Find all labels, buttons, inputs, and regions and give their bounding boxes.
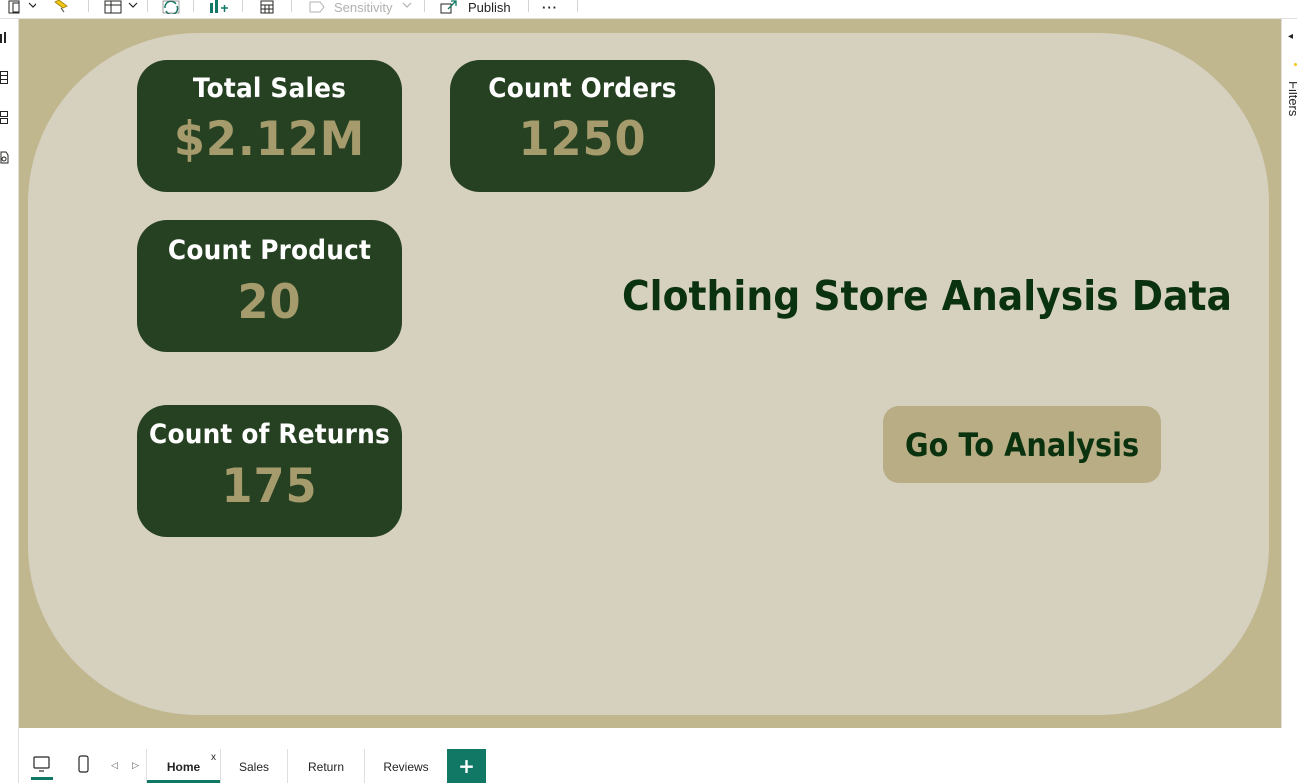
tab-label: Return [307,760,345,774]
publish-label: Publish [468,0,511,15]
more-icon: ··· [542,0,558,15]
kpi-value: $2.12M [173,112,366,167]
ribbon-separator [147,0,148,12]
calculator-icon [260,0,274,14]
view-switcher-rail [0,19,19,783]
report-view-icon[interactable] [0,31,10,45]
paste-icon [8,0,36,14]
kpi-card-count-orders[interactable]: Count Orders 1250 [450,60,715,192]
refresh-button[interactable] [162,0,180,14]
kpi-title: Total Sales [192,73,347,104]
kpi-title: Count Orders [488,73,677,104]
filters-label: Filters [1286,81,1297,117]
collapse-chevron-icon[interactable]: ◂ [1288,31,1293,42]
go-to-analysis-button[interactable]: Go To Analysis [883,406,1161,483]
powerbi-window: Sensitivity Publish ··· Total Sales $2.1… [0,0,1297,783]
publish-icon [440,0,457,14]
paste-button[interactable] [6,0,36,14]
chevron-down-icon [402,2,411,8]
dax-query-view-icon[interactable] [0,151,10,165]
format-painter-icon [54,0,68,13]
ribbon-separator [577,0,578,12]
sensitivity-icon [309,1,325,13]
ribbon-separator [242,0,243,12]
mobile-layout-icon[interactable] [77,755,91,775]
tab-label: Reviews [383,760,429,774]
ribbon-separator [193,0,194,12]
kpi-card-count-product[interactable]: Count Product 20 [137,220,402,352]
report-canvas: Total Sales $2.12M Count Orders 1250 Cou… [19,19,1281,728]
sensitivity-button[interactable]: Sensitivity [308,0,413,15]
model-view-icon[interactable] [0,111,10,125]
publish-button[interactable]: Publish [440,0,511,15]
kpi-card-count-returns[interactable]: Count of Returns 175 [137,405,402,537]
kpi-title: Count of Returns [149,419,390,450]
table-icon [104,0,138,14]
next-page-icon[interactable]: ▷ [132,761,139,771]
format-painter-button[interactable] [53,0,71,14]
ribbon-separator [528,0,529,12]
add-page-button[interactable]: + [447,749,486,783]
tab-sales[interactable]: Sales [221,749,287,783]
refresh-icon [162,0,180,14]
transform-data-button[interactable] [104,0,138,14]
tab-reviews[interactable]: Reviews [365,749,447,783]
tab-label: Home [166,760,201,774]
new-visual-button[interactable] [209,0,229,14]
new-visual-icon [210,0,228,13]
tab-home[interactable]: Home x [146,749,221,783]
kpi-value: 175 [221,459,318,514]
kpi-value: 1250 [518,112,647,167]
kpi-value: 20 [237,275,302,330]
kpi-title: Count Product [167,235,372,266]
close-tab-icon[interactable]: x [211,752,216,763]
active-layout-indicator [31,777,53,780]
report-title: Clothing Store Analysis Data [622,272,1232,320]
table-view-icon[interactable] [0,71,10,85]
tab-label: Sales [238,760,270,774]
page-tab-bar: ◁ ▷ Home x Sales Return Reviews + [19,728,1297,783]
ribbon-separator [291,0,292,12]
previous-page-icon[interactable]: ◁ [111,761,118,771]
ribbon-toolbar: Sensitivity Publish ··· [0,0,1297,19]
tab-return[interactable]: Return [288,749,364,783]
sensitivity-label: Sensitivity [334,0,393,15]
new-measure-button[interactable] [260,0,274,14]
go-to-analysis-label: Go To Analysis [904,425,1140,464]
ribbon-separator [88,0,89,12]
filters-pane[interactable]: ◂ Filters [1281,19,1297,749]
kpi-card-total-sales[interactable]: Total Sales $2.12M [137,60,402,192]
ribbon-separator [424,0,425,12]
more-options-button[interactable]: ··· [542,0,558,15]
